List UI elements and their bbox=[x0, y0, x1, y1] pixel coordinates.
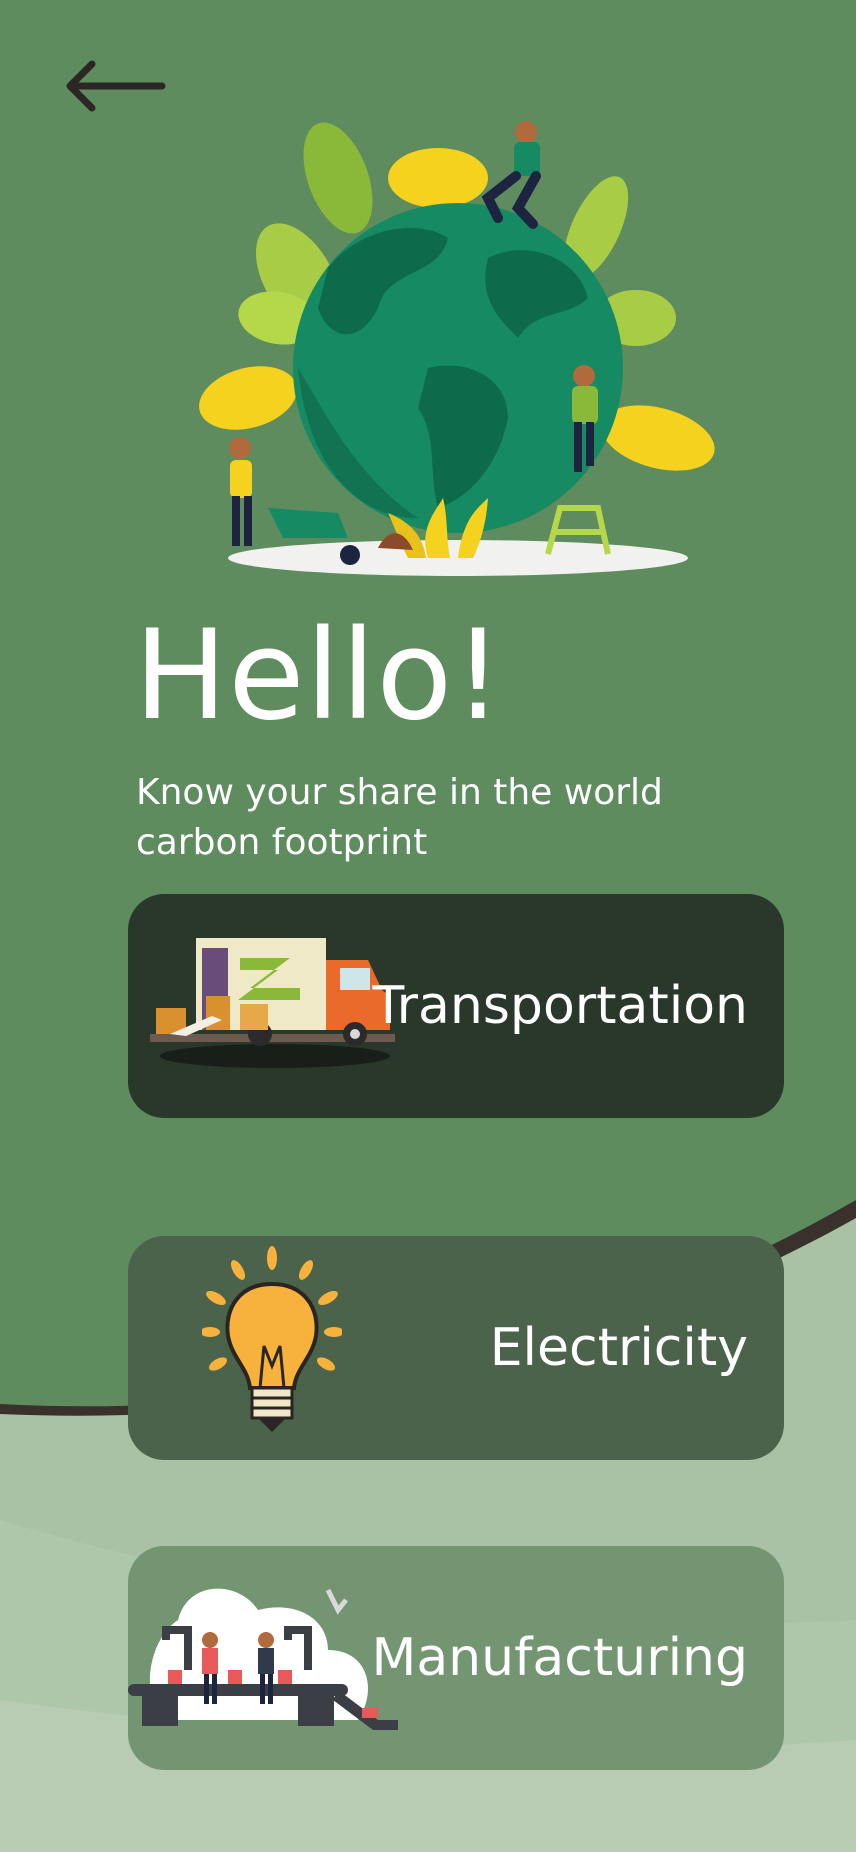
delivery-truck-icon bbox=[150, 938, 395, 1068]
greeting-subtitle-line1: Know your share in the world bbox=[136, 772, 663, 813]
factory-assembly-line-icon bbox=[128, 1588, 398, 1730]
electricity-card[interactable]: Electricity bbox=[128, 1236, 784, 1460]
arrow-left-icon bbox=[66, 60, 166, 112]
electricity-label: Electricity bbox=[489, 1318, 748, 1378]
manufacturing-label: Manufacturing bbox=[371, 1628, 748, 1688]
transportation-card[interactable]: Transportation bbox=[128, 894, 784, 1118]
earth-gardening-illustration bbox=[199, 121, 715, 576]
back-button[interactable] bbox=[62, 58, 172, 114]
greeting-subtitle-line2: carbon footprint bbox=[136, 822, 428, 863]
lightbulb-icon bbox=[202, 1246, 342, 1432]
greeting-title: Hello! bbox=[134, 604, 505, 748]
manufacturing-card[interactable]: Manufacturing bbox=[128, 1546, 784, 1770]
transportation-label: Transportation bbox=[372, 976, 748, 1036]
greeting-subtitle: Know your share in the world carbon foot… bbox=[136, 768, 676, 868]
